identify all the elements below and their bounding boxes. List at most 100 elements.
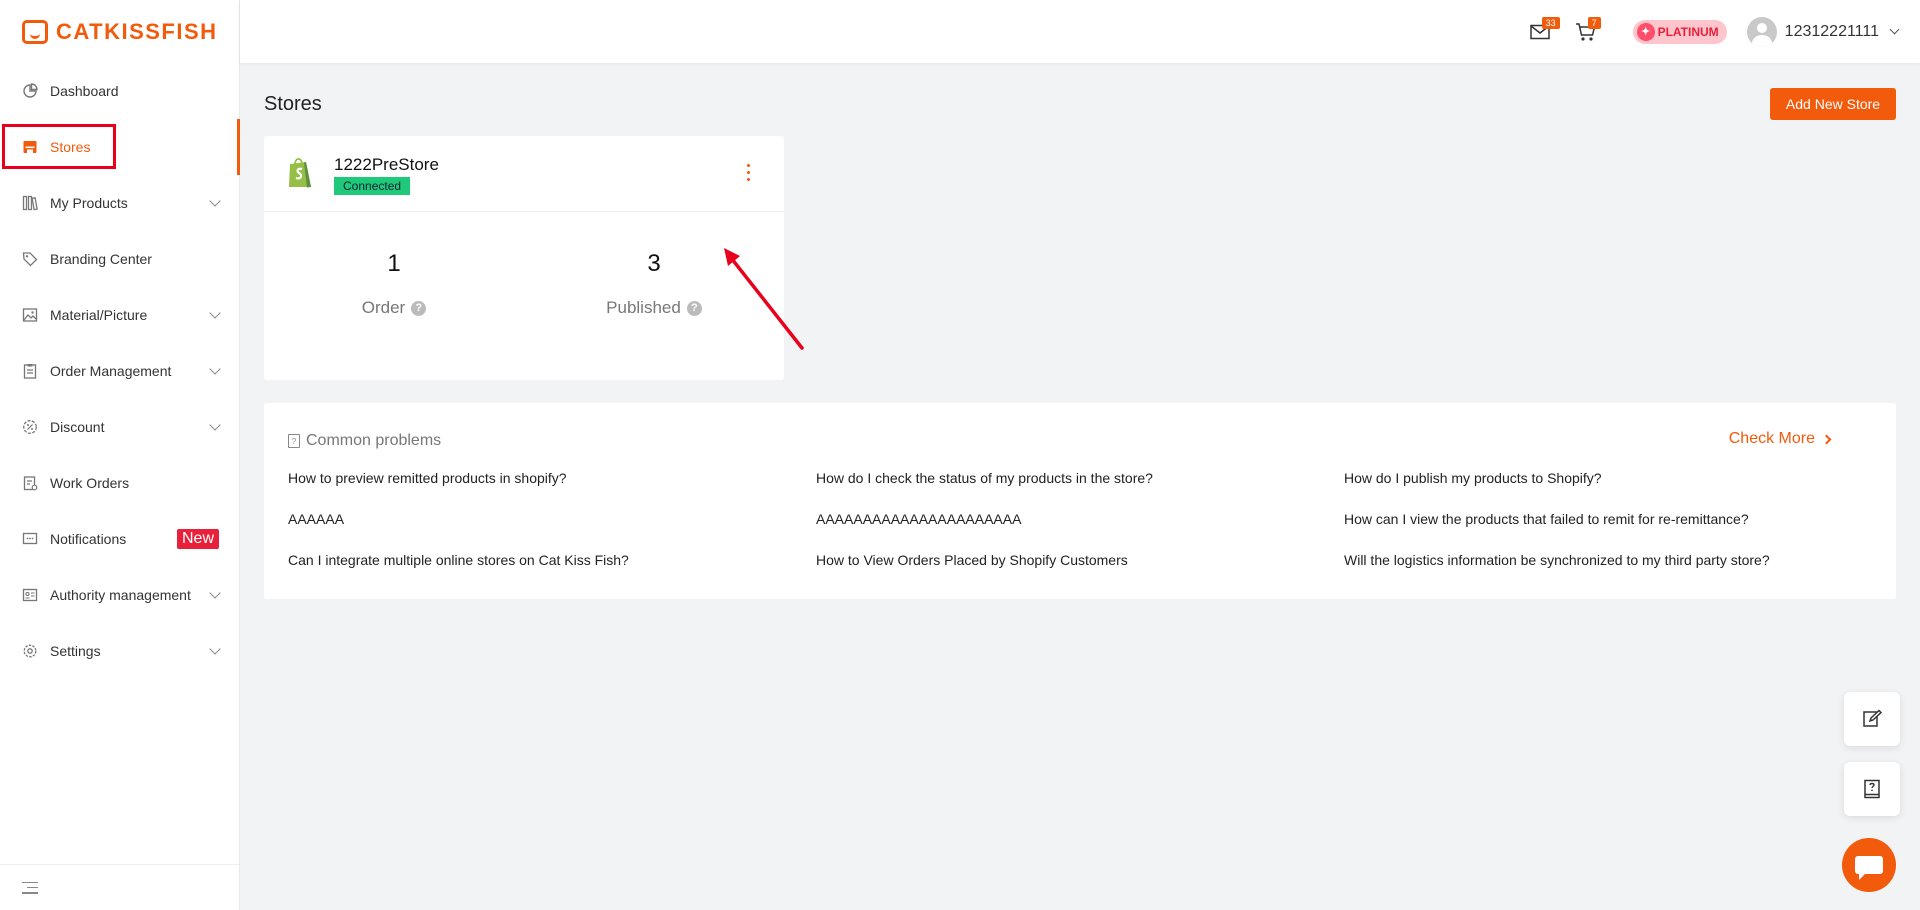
chevron-down-icon: [209, 643, 221, 655]
feedback-button[interactable]: [1844, 692, 1900, 746]
tag-icon: [22, 251, 38, 267]
check-more-label: Check More: [1728, 430, 1815, 447]
chevron-down-icon: [209, 363, 221, 375]
connection-status-badge: Connected: [334, 177, 411, 195]
store-card-header: 1222PreStore Connected: [264, 136, 784, 212]
sidebar-item-label: Material/Picture: [50, 307, 148, 323]
clipboard-icon: [22, 363, 38, 379]
sidebar-item-authority-management[interactable]: Authority management: [0, 567, 239, 623]
question-link[interactable]: Can I integrate multiple online stores o…: [288, 551, 816, 569]
sidebar-item-branding-center[interactable]: Branding Center: [0, 231, 239, 287]
collapse-menu-icon[interactable]: [22, 881, 38, 894]
sidebar-item-label: Dashboard: [50, 83, 119, 99]
sidebar-item-label: Branding Center: [50, 251, 152, 267]
chevron-right-icon: [1821, 434, 1832, 444]
sidebar-item-settings[interactable]: Settings: [0, 623, 239, 679]
published-stat[interactable]: 3 Published ?: [524, 212, 784, 318]
stat-label-text: Published: [606, 298, 681, 317]
pie-chart-icon: [22, 83, 38, 99]
sidebar-item-label: Discount: [50, 419, 105, 435]
order-stat[interactable]: 1 Order ?: [264, 212, 524, 318]
sidebar: CATKISSFISH Dashboard Stores My Products: [0, 0, 240, 910]
sidebar-item-label: Work Orders: [50, 475, 130, 491]
chevron-down-icon: [1889, 24, 1900, 35]
cat-logo-icon: [22, 19, 48, 44]
question-link[interactable]: How to View Orders Placed by Shopify Cus…: [816, 551, 1344, 569]
sidebar-item-stores[interactable]: Stores: [0, 119, 240, 175]
question-link[interactable]: AAAAAA: [288, 510, 816, 528]
sidebar-item-my-products[interactable]: My Products: [0, 175, 239, 231]
sidebar-item-label: Authority management: [50, 587, 191, 603]
stat-label-text: Order: [361, 298, 406, 317]
published-count: 3: [647, 250, 661, 277]
sidebar-nav: Dashboard Stores My Products Branding Ce…: [0, 63, 240, 679]
chevron-down-icon: [209, 307, 221, 319]
membership-label: PLATINUM: [1657, 24, 1719, 39]
question-link[interactable]: How to preview remitted products in shop…: [288, 469, 816, 487]
sidebar-item-material-picture[interactable]: Material/Picture: [0, 287, 239, 343]
chat-icon: [1855, 856, 1883, 880]
question-link[interactable]: Will the logistics information be synchr…: [1344, 551, 1868, 569]
products-icon: [22, 195, 38, 211]
header-actions: 33 7 ✦ PLATINUM 12312221111: [1527, 0, 1900, 63]
top-header: 33 7 ✦ PLATINUM 12312221111: [240, 0, 1920, 63]
check-more-link[interactable]: Check More: [1728, 430, 1832, 448]
help-center-button[interactable]: [1844, 762, 1900, 816]
order-count: 1: [387, 250, 401, 277]
cart-button[interactable]: 7: [1573, 16, 1601, 43]
message-icon: [22, 531, 38, 547]
sidebar-item-label: Notifications: [50, 531, 127, 547]
question-link[interactable]: AAAAAAAAAAAAAAAAAAAAAA: [816, 510, 1344, 528]
chevron-down-icon: [209, 587, 221, 599]
brand-logo[interactable]: CATKISSFISH: [0, 0, 239, 63]
username: 12312221111: [1784, 22, 1879, 40]
store-card[interactable]: 1222PreStore Connected 1 Order ? 3 Publi…: [264, 136, 784, 380]
chevron-down-icon: [209, 419, 221, 431]
chevron-down-icon: [209, 195, 221, 207]
platinum-gem-icon: ✦: [1636, 22, 1655, 41]
common-problems-panel: ? Common problems Check More How to prev…: [264, 403, 1896, 599]
mail-count-badge: 33: [1541, 16, 1560, 29]
store-icon: [22, 139, 38, 155]
more-options-icon[interactable]: [747, 164, 750, 181]
id-card-icon: [22, 587, 38, 603]
question-link[interactable]: How can I view the products that failed …: [1344, 510, 1868, 528]
brand-name: CATKISSFISH: [56, 18, 218, 44]
question-link[interactable]: How do I publish my products to Shopify?: [1344, 469, 1868, 487]
book-question-icon: [1864, 779, 1880, 799]
image-icon: [22, 307, 38, 323]
common-problems-header: ? Common problems: [288, 432, 441, 450]
edit-icon: [1863, 709, 1882, 727]
sidebar-item-dashboard[interactable]: Dashboard: [0, 63, 239, 119]
membership-badge[interactable]: ✦ PLATINUM: [1632, 19, 1727, 44]
sidebar-item-label: My Products: [50, 195, 128, 211]
sidebar-item-label: Settings: [50, 643, 101, 659]
shopify-icon: [289, 158, 311, 188]
help-icon[interactable]: ?: [411, 300, 427, 316]
book-question-icon: ?: [288, 434, 300, 448]
sidebar-item-discount[interactable]: Discount: [0, 399, 239, 455]
sidebar-item-order-management[interactable]: Order Management: [0, 343, 239, 399]
questions-grid: How to preview remitted products in shop…: [288, 469, 1868, 569]
gear-icon: [22, 643, 38, 659]
work-order-icon: [22, 475, 38, 491]
sidebar-item-label: Stores: [50, 139, 91, 155]
store-stats: 1 Order ? 3 Published ?: [264, 212, 784, 318]
published-label: Published ?: [606, 298, 702, 318]
sidebar-item-label: Order Management: [50, 363, 172, 379]
help-icon[interactable]: ?: [686, 300, 702, 316]
sidebar-item-work-orders[interactable]: Work Orders: [0, 455, 239, 511]
sidebar-footer: [0, 864, 239, 910]
new-badge: New: [176, 529, 219, 549]
add-new-store-button[interactable]: Add New Store: [1770, 88, 1896, 120]
user-menu[interactable]: 12312221111: [1746, 16, 1900, 47]
cart-count-badge: 7: [1587, 16, 1601, 29]
sidebar-item-notifications[interactable]: Notifications New: [0, 511, 239, 567]
question-link[interactable]: How do I check the status of my products…: [816, 469, 1344, 487]
avatar: [1746, 16, 1777, 47]
chat-support-button[interactable]: [1842, 838, 1896, 892]
store-name: 1222PreStore: [334, 155, 439, 174]
mail-button[interactable]: 33: [1527, 16, 1560, 43]
order-label: Order ?: [361, 298, 427, 318]
common-problems-title: Common problems: [306, 432, 442, 449]
